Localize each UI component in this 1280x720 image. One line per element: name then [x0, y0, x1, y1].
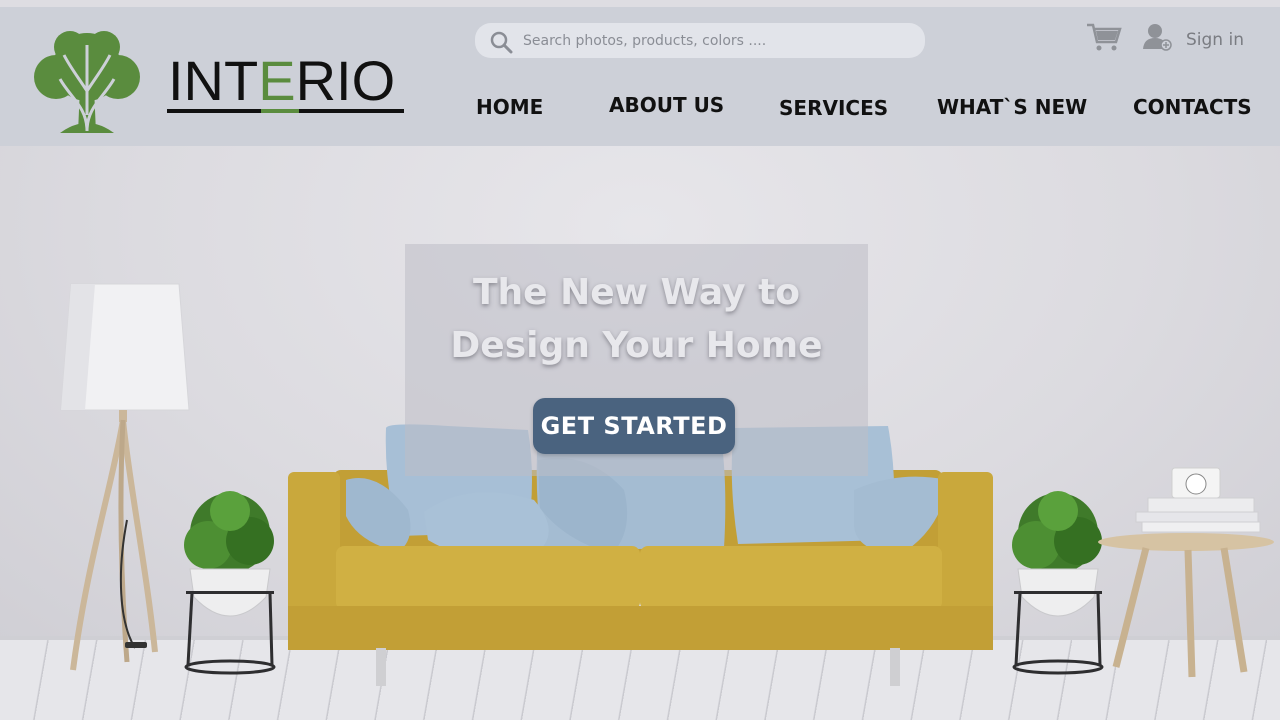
brand-name-accent: E — [258, 49, 296, 112]
brand-wordmark[interactable]: INTERIO — [168, 51, 395, 111]
get-started-button[interactable]: GET STARTED — [533, 398, 735, 454]
nav-item-services[interactable]: SERVICES — [779, 96, 888, 120]
top-strip — [0, 0, 1280, 7]
nav-item-home[interactable]: HOME — [476, 95, 543, 119]
brand-underline-accent — [261, 109, 299, 113]
nav-item-about-us[interactable]: ABOUT US — [609, 93, 724, 117]
nav-item-whats-new[interactable]: WHAT`S NEW — [937, 95, 1087, 119]
brand-name-suffix: RIO — [295, 49, 396, 112]
nav-item-contacts[interactable]: CONTACTS — [1133, 95, 1252, 119]
side-table-image — [1098, 467, 1274, 678]
search-icon[interactable] — [489, 30, 513, 54]
user-add-icon[interactable] — [1142, 23, 1172, 51]
potted-plant-image — [184, 491, 276, 675]
hero-title: The New Way to Design Your Home — [450, 272, 823, 366]
brand-name-prefix: INT — [168, 49, 259, 112]
site-header: INTERIO Sign in HOME ABOUT US SERVICES W… — [0, 7, 1280, 146]
tree-icon[interactable] — [30, 27, 145, 135]
sign-in-link[interactable]: Sign in — [1186, 30, 1244, 50]
search-input[interactable] — [523, 23, 913, 58]
search-bar[interactable] — [475, 23, 925, 58]
cart-icon[interactable] — [1086, 22, 1122, 52]
